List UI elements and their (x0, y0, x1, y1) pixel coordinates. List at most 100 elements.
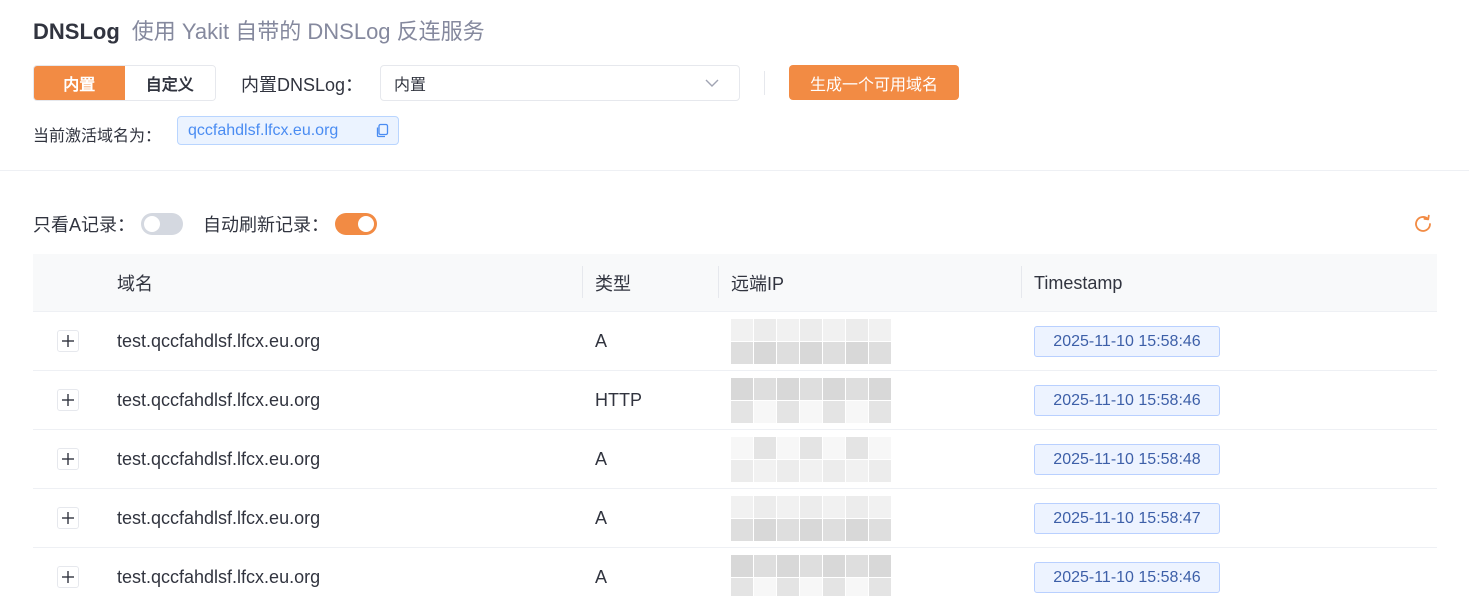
auto-refresh-switch[interactable] (335, 213, 378, 235)
table-row: test.qccfahdlsf.lfcx.eu.org A 2025-11-10 1… (33, 430, 1437, 489)
active-domain-label: 当前激活域名为： (33, 128, 162, 145)
table-row: test.qccfahdlsf.lfcx.eu.org A 2025-11-10 1… (33, 489, 1437, 548)
redaction-pixel (777, 437, 799, 459)
switch-knob (144, 216, 161, 232)
redaction-pixel (800, 578, 822, 596)
expand-row-button[interactable] (57, 389, 79, 411)
redaction-pixel (823, 378, 845, 400)
active-domain-value: qccfahdlsf.lfcx.eu.org (188, 121, 339, 139)
redaction-pixel (846, 319, 868, 341)
redaction-pixel (731, 401, 753, 423)
redaction-pixel (731, 319, 753, 341)
plus-icon (62, 512, 74, 524)
domain-cell: test.qccfahdlsf.lfcx.eu.org (117, 448, 321, 469)
redaction-pixel (823, 519, 845, 541)
generate-domain-button[interactable]: 生成一个可用域名 (789, 65, 959, 100)
expand-row-button[interactable] (57, 448, 79, 470)
expand-row-button[interactable] (57, 566, 79, 588)
only-a-records-label: 只看A记录： (33, 215, 136, 235)
dnslog-select-value: 内置 (394, 77, 427, 94)
only-a-records-switch[interactable] (141, 213, 184, 235)
redaction-pixel (846, 578, 868, 596)
redaction-pixel (846, 437, 868, 459)
plus-icon (62, 394, 74, 406)
column-separator (1021, 266, 1022, 298)
redaction-pixel (823, 578, 845, 596)
timestamp-tag: 2025-11-10 15:58:46 (1034, 326, 1220, 357)
copy-icon[interactable] (375, 123, 390, 138)
redaction-pixel (777, 555, 799, 577)
redaction-pixel (777, 342, 799, 364)
mode-tab-builtin[interactable]: 内置 (34, 66, 125, 100)
domain-cell: test.qccfahdlsf.lfcx.eu.org (117, 330, 321, 351)
domain-cell: test.qccfahdlsf.lfcx.eu.org (117, 507, 321, 528)
redaction-pixel (846, 519, 868, 541)
column-separator (718, 266, 719, 298)
type-cell: A (595, 507, 608, 528)
remote-ip-cell-redacted (717, 548, 891, 596)
timestamp-tag: 2025-11-10 15:58:48 (1034, 444, 1220, 475)
page-subtitle: 使用 Yakit 自带的 DNSLog 反连服务 (131, 19, 485, 44)
table-header: 域名 类型 远端IP Timestamp (33, 254, 1437, 312)
redaction-pixel (754, 319, 776, 341)
plus-icon (62, 335, 74, 347)
type-cell: A (595, 566, 608, 587)
redaction-pixel (754, 578, 776, 596)
redaction-pixel (800, 319, 822, 341)
table-row: test.qccfahdlsf.lfcx.eu.org A 2025-11-10 1… (33, 548, 1437, 596)
redaction-pixel (869, 401, 891, 423)
redaction-pixel (777, 496, 799, 518)
redaction-pixel (846, 555, 868, 577)
refresh-icon[interactable] (1412, 213, 1434, 235)
column-header-type: 类型 (595, 274, 631, 294)
redaction-pixel (869, 342, 891, 364)
redaction-pixel (823, 342, 845, 364)
remote-ip-cell-redacted (717, 371, 891, 429)
redaction-pixel (800, 437, 822, 459)
redaction-pixel (731, 555, 753, 577)
timestamp-tag: 2025-11-10 15:58:46 (1034, 562, 1220, 593)
expand-row-button[interactable] (57, 330, 79, 352)
redaction-pixel (846, 378, 868, 400)
redaction-pixel (869, 578, 891, 596)
redaction-pixel (777, 378, 799, 400)
section-divider (0, 170, 1469, 171)
redaction-pixel (846, 342, 868, 364)
redaction-pixel (754, 555, 776, 577)
redaction-pixel (869, 519, 891, 541)
dnslog-select-label: 内置DNSLog： (241, 75, 364, 95)
redaction-pixel (869, 460, 891, 482)
type-cell: A (595, 448, 608, 469)
redaction-pixel (731, 496, 753, 518)
switch-knob (358, 216, 375, 232)
redaction-pixel (777, 460, 799, 482)
redaction-pixel (823, 555, 845, 577)
table-row: test.qccfahdlsf.lfcx.eu.org HTTP 2025-11-1… (33, 371, 1437, 430)
remote-ip-cell-redacted (717, 312, 891, 370)
domain-cell: test.qccfahdlsf.lfcx.eu.org (117, 389, 321, 410)
redaction-pixel (800, 496, 822, 518)
redaction-pixel (800, 555, 822, 577)
mode-tab-custom[interactable]: 自定义 (124, 66, 215, 100)
redaction-pixel (800, 378, 822, 400)
redaction-pixel (777, 519, 799, 541)
dnslog-select[interactable]: 内置 (380, 65, 740, 101)
redaction-pixel (869, 555, 891, 577)
redaction-pixel (846, 460, 868, 482)
filter-bar: 只看A记录： 自动刷新记录： (33, 210, 378, 238)
redaction-pixel (731, 460, 753, 482)
redaction-pixel (823, 401, 845, 423)
remote-ip-cell-redacted (717, 489, 891, 547)
redaction-pixel (731, 378, 753, 400)
redaction-pixel (754, 460, 776, 482)
page-header: DNSLog 使用 Yakit 自带的 DNSLog 反连服务 (33, 14, 485, 46)
redaction-pixel (800, 460, 822, 482)
page-title: DNSLog (33, 19, 120, 44)
redaction-pixel (846, 496, 868, 518)
column-header-domain: 域名 (117, 274, 153, 294)
redaction-pixel (869, 319, 891, 341)
redaction-pixel (754, 437, 776, 459)
expand-row-button[interactable] (57, 507, 79, 529)
redaction-pixel (800, 519, 822, 541)
redaction-pixel (754, 378, 776, 400)
